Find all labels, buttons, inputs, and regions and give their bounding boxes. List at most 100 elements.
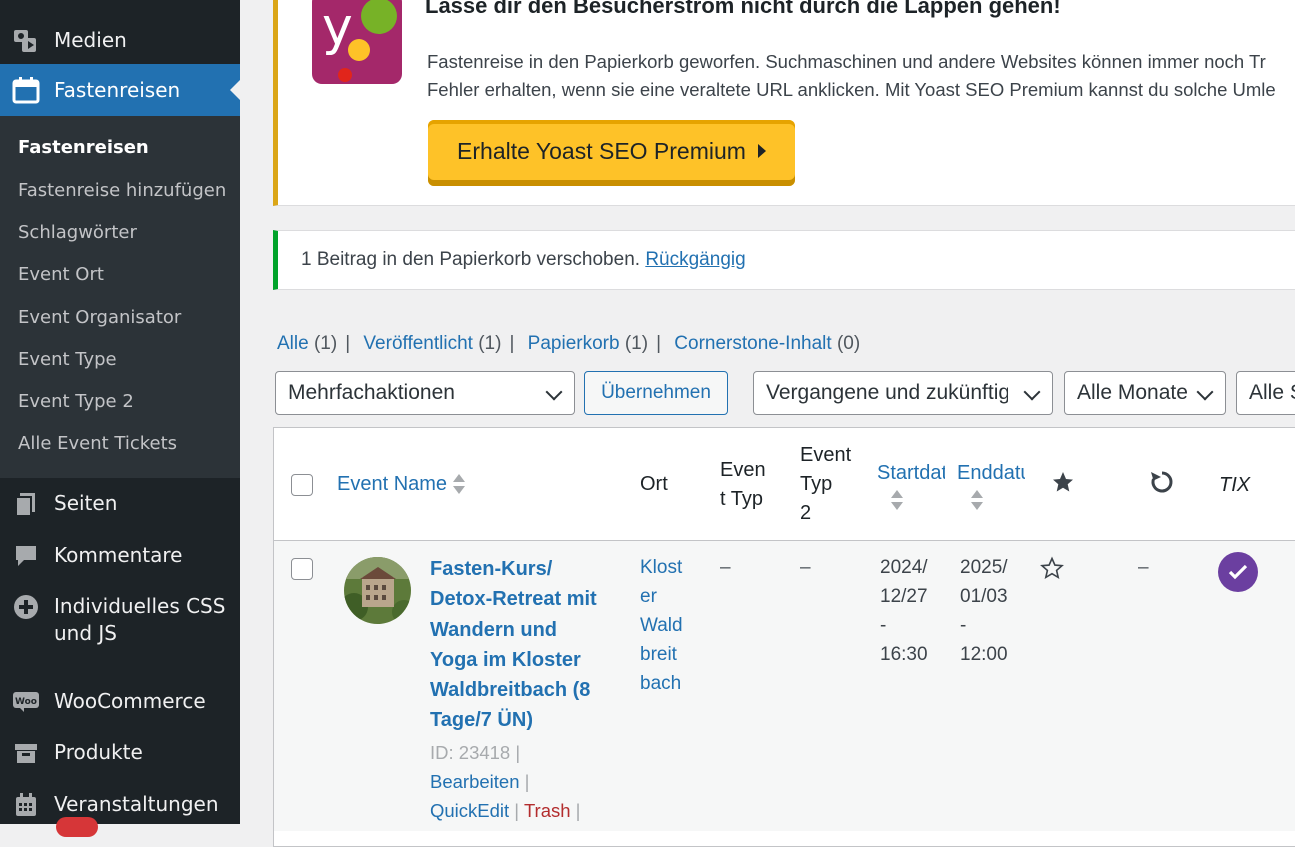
svg-text:Woo: Woo — [15, 697, 37, 707]
events-icon — [12, 791, 40, 819]
months-value: Alle Monate — [1077, 381, 1188, 404]
woocommerce-icon: Woo — [12, 688, 40, 716]
ort-link[interactable]: Klost er Wald breit bach — [640, 553, 683, 698]
comments-icon — [12, 542, 40, 570]
date-line: - — [880, 615, 887, 636]
title-line: Wandern und — [430, 618, 558, 641]
menu-custom-css-js[interactable]: Individuelles CSS und JS — [0, 593, 240, 647]
admin-sidebar: Medien Fastenreisen Fastenreisen Fastenr… — [0, 0, 240, 837]
menu-label: und JS — [54, 621, 117, 645]
ort-line: bach — [640, 673, 682, 694]
menu-fastenreisen[interactable]: Fastenreisen — [0, 64, 240, 116]
view-count: (1) — [313, 333, 338, 354]
quickedit-link[interactable]: QuickEdit — [430, 800, 509, 821]
table-row — [274, 541, 1295, 831]
media-icon — [12, 27, 40, 55]
event-title-link[interactable]: Fasten-Kurs/ Detox-Retreat mit Wandern u… — [430, 554, 597, 736]
column-event-name[interactable]: Event Name — [337, 470, 466, 499]
months-select[interactable]: Alle Monate — [1064, 371, 1226, 415]
notification-badge — [56, 817, 98, 837]
star-outline-icon[interactable] — [1040, 556, 1064, 584]
bulk-actions-value: Mehrfachaktionen — [288, 381, 455, 404]
menu-label: Kommentare — [54, 543, 183, 567]
yoast-text-line2: Fehler erhalten, wenn sie eine veraltete… — [427, 79, 1276, 100]
date-line: 16:30 — [880, 644, 928, 665]
event-typ-2-value: – — [800, 557, 811, 578]
menu-seiten[interactable]: Seiten — [0, 490, 240, 517]
submenu-item-event-organisator[interactable]: Event Organisator — [18, 307, 181, 328]
edit-link[interactable]: Bearbeiten — [430, 771, 519, 792]
submenu-item-event-type-2[interactable]: Event Type 2 — [18, 391, 134, 412]
menu-label: Fastenreisen — [54, 77, 181, 102]
view-separator: | — [509, 333, 515, 354]
date-line: 12:00 — [960, 644, 1008, 665]
date-range-select[interactable]: Vergangene und zukünftige — [753, 371, 1053, 415]
menu-medien[interactable]: Medien — [0, 27, 240, 54]
column-tix: TIX — [1219, 474, 1251, 496]
row-actions: ID: 23418 | Bearbeiten | QuickEdit | Tra… — [430, 742, 581, 821]
view-published[interactable]: Veröffentlicht — [363, 333, 473, 354]
subsubsub-views: Alle (1) | Veröffentlicht (1) | Papierkorb… — [277, 333, 860, 355]
menu-woocommerce[interactable]: Woo WooCommerce — [0, 688, 240, 715]
column-startdatum[interactable]: Startdatum — [877, 459, 945, 488]
other-filter-value: Alle S — [1249, 381, 1295, 404]
menu-veranstaltungen[interactable]: Veranstaltungen — [0, 791, 240, 818]
bulk-actions-select[interactable]: Mehrfachaktionen — [275, 371, 575, 415]
undo-link[interactable]: Rückgängig — [645, 249, 745, 270]
submenu-item-event-type[interactable]: Event Type — [18, 349, 117, 370]
row-checkbox[interactable] — [291, 558, 313, 580]
yoast-logo: y — [312, 0, 402, 84]
column-label-line: Even — [720, 459, 766, 481]
submenu-item-event-tickets[interactable]: Alle Event Tickets — [18, 433, 177, 454]
trash-link[interactable]: Trash — [524, 800, 571, 821]
menu-produkte[interactable]: Produkte — [0, 739, 240, 766]
notice-text: 1 Beitrag in den Papierkorb verschoben. … — [301, 249, 746, 271]
submenu-item-fastenreisen[interactable]: Fastenreisen — [18, 137, 149, 158]
menu-label: WooCommerce — [54, 689, 206, 713]
column-label: Event Name — [337, 473, 448, 495]
title-line: Detox-Retreat mit — [430, 588, 597, 611]
date-line: 2024/ — [880, 557, 928, 578]
title-line: Waldbreitbach (8 — [430, 679, 591, 702]
column-event-typ-2: Event Typ 2 — [800, 441, 851, 528]
end-date: 2025/ 01/03 - 12:00 — [960, 553, 1008, 669]
ort-line: Klost — [640, 557, 683, 578]
menu-label: Seiten — [54, 491, 118, 515]
submenu-item-tags[interactable]: Schlagwörter — [18, 222, 137, 243]
menu-kommentare[interactable]: Kommentare — [0, 542, 240, 569]
star-filled-icon[interactable] — [1051, 470, 1075, 498]
sort-icon — [971, 490, 983, 512]
date-range-value: Vergangene und zukünftige — [766, 381, 1008, 404]
submenu-fastenreisen — [0, 116, 240, 478]
recurring-icon[interactable] — [1149, 469, 1175, 499]
products-icon — [12, 739, 40, 767]
view-separator: | — [345, 333, 351, 354]
other-filter-select[interactable]: Alle S — [1236, 371, 1295, 415]
column-enddatum[interactable]: Enddatum — [957, 459, 1025, 488]
notice-message: 1 Beitrag in den Papierkorb verschoben. — [301, 249, 641, 270]
column-label-line: t Typ — [720, 488, 763, 510]
column-label: Enddatum — [957, 462, 1025, 484]
view-trash[interactable]: Papierkorb — [528, 333, 620, 354]
sort-icon — [453, 473, 466, 496]
plus-circle-icon — [12, 593, 40, 621]
start-date: 2024/ 12/27 - 16:30 — [880, 553, 928, 669]
submenu-item-event-ort[interactable]: Event Ort — [18, 264, 104, 285]
select-all-checkbox[interactable] — [291, 474, 313, 496]
menu-label: Medien — [54, 28, 127, 52]
ort-line: er — [640, 586, 657, 607]
get-yoast-premium-button[interactable]: Erhalte Yoast SEO Premium — [428, 120, 795, 186]
view-separator: | — [656, 333, 662, 354]
caret-right-icon — [757, 144, 766, 158]
title-line: Fasten-Kurs/ — [430, 558, 553, 580]
apply-button[interactable]: Übernehmen — [584, 371, 728, 415]
recurring-value: – — [1138, 557, 1149, 578]
submenu-item-add[interactable]: Fastenreise hinzufügen — [18, 180, 226, 201]
ort-line: Wald — [640, 615, 683, 636]
event-thumbnail — [344, 557, 411, 624]
view-all[interactable]: Alle — [277, 333, 309, 354]
yoast-title: Lasse dir den Besucherstrom nicht durch … — [425, 0, 1061, 18]
event-id: ID: 23418 — [430, 742, 511, 763]
view-cornerstone[interactable]: Cornerstone-Inhalt — [674, 333, 831, 354]
view-count: (0) — [836, 333, 861, 354]
